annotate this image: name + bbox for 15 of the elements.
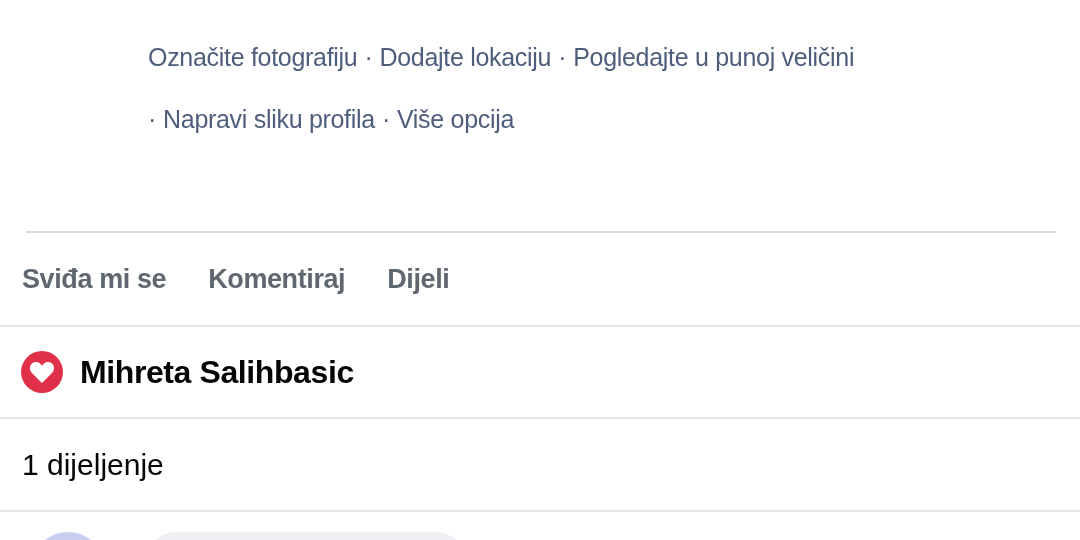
- heart-reaction-icon: [20, 350, 64, 394]
- separator-dot: ·: [381, 104, 390, 134]
- photo-option-link[interactable]: Dodajte lokaciju: [379, 42, 552, 72]
- photo-option-link[interactable]: Napravi sliku profila: [163, 104, 375, 134]
- photo-option-link[interactable]: Označite fotografiju: [148, 42, 358, 72]
- photo-option-link[interactable]: Pogledajte u punoj veličini: [573, 42, 855, 72]
- share-count[interactable]: 1 dijeljenje: [0, 419, 1080, 510]
- separator-dot: ·: [558, 42, 567, 72]
- separator-dot: ·: [364, 42, 373, 72]
- action-button[interactable]: Komentiraj: [208, 263, 346, 295]
- reactor-name[interactable]: Mihreta Salihbasic: [80, 353, 354, 391]
- action-button[interactable]: Dijeli: [387, 263, 450, 295]
- separator-dot: ·: [148, 104, 157, 134]
- action-button[interactable]: Sviđa mi se: [22, 263, 167, 295]
- photo-option-link[interactable]: Više opcija: [396, 104, 515, 134]
